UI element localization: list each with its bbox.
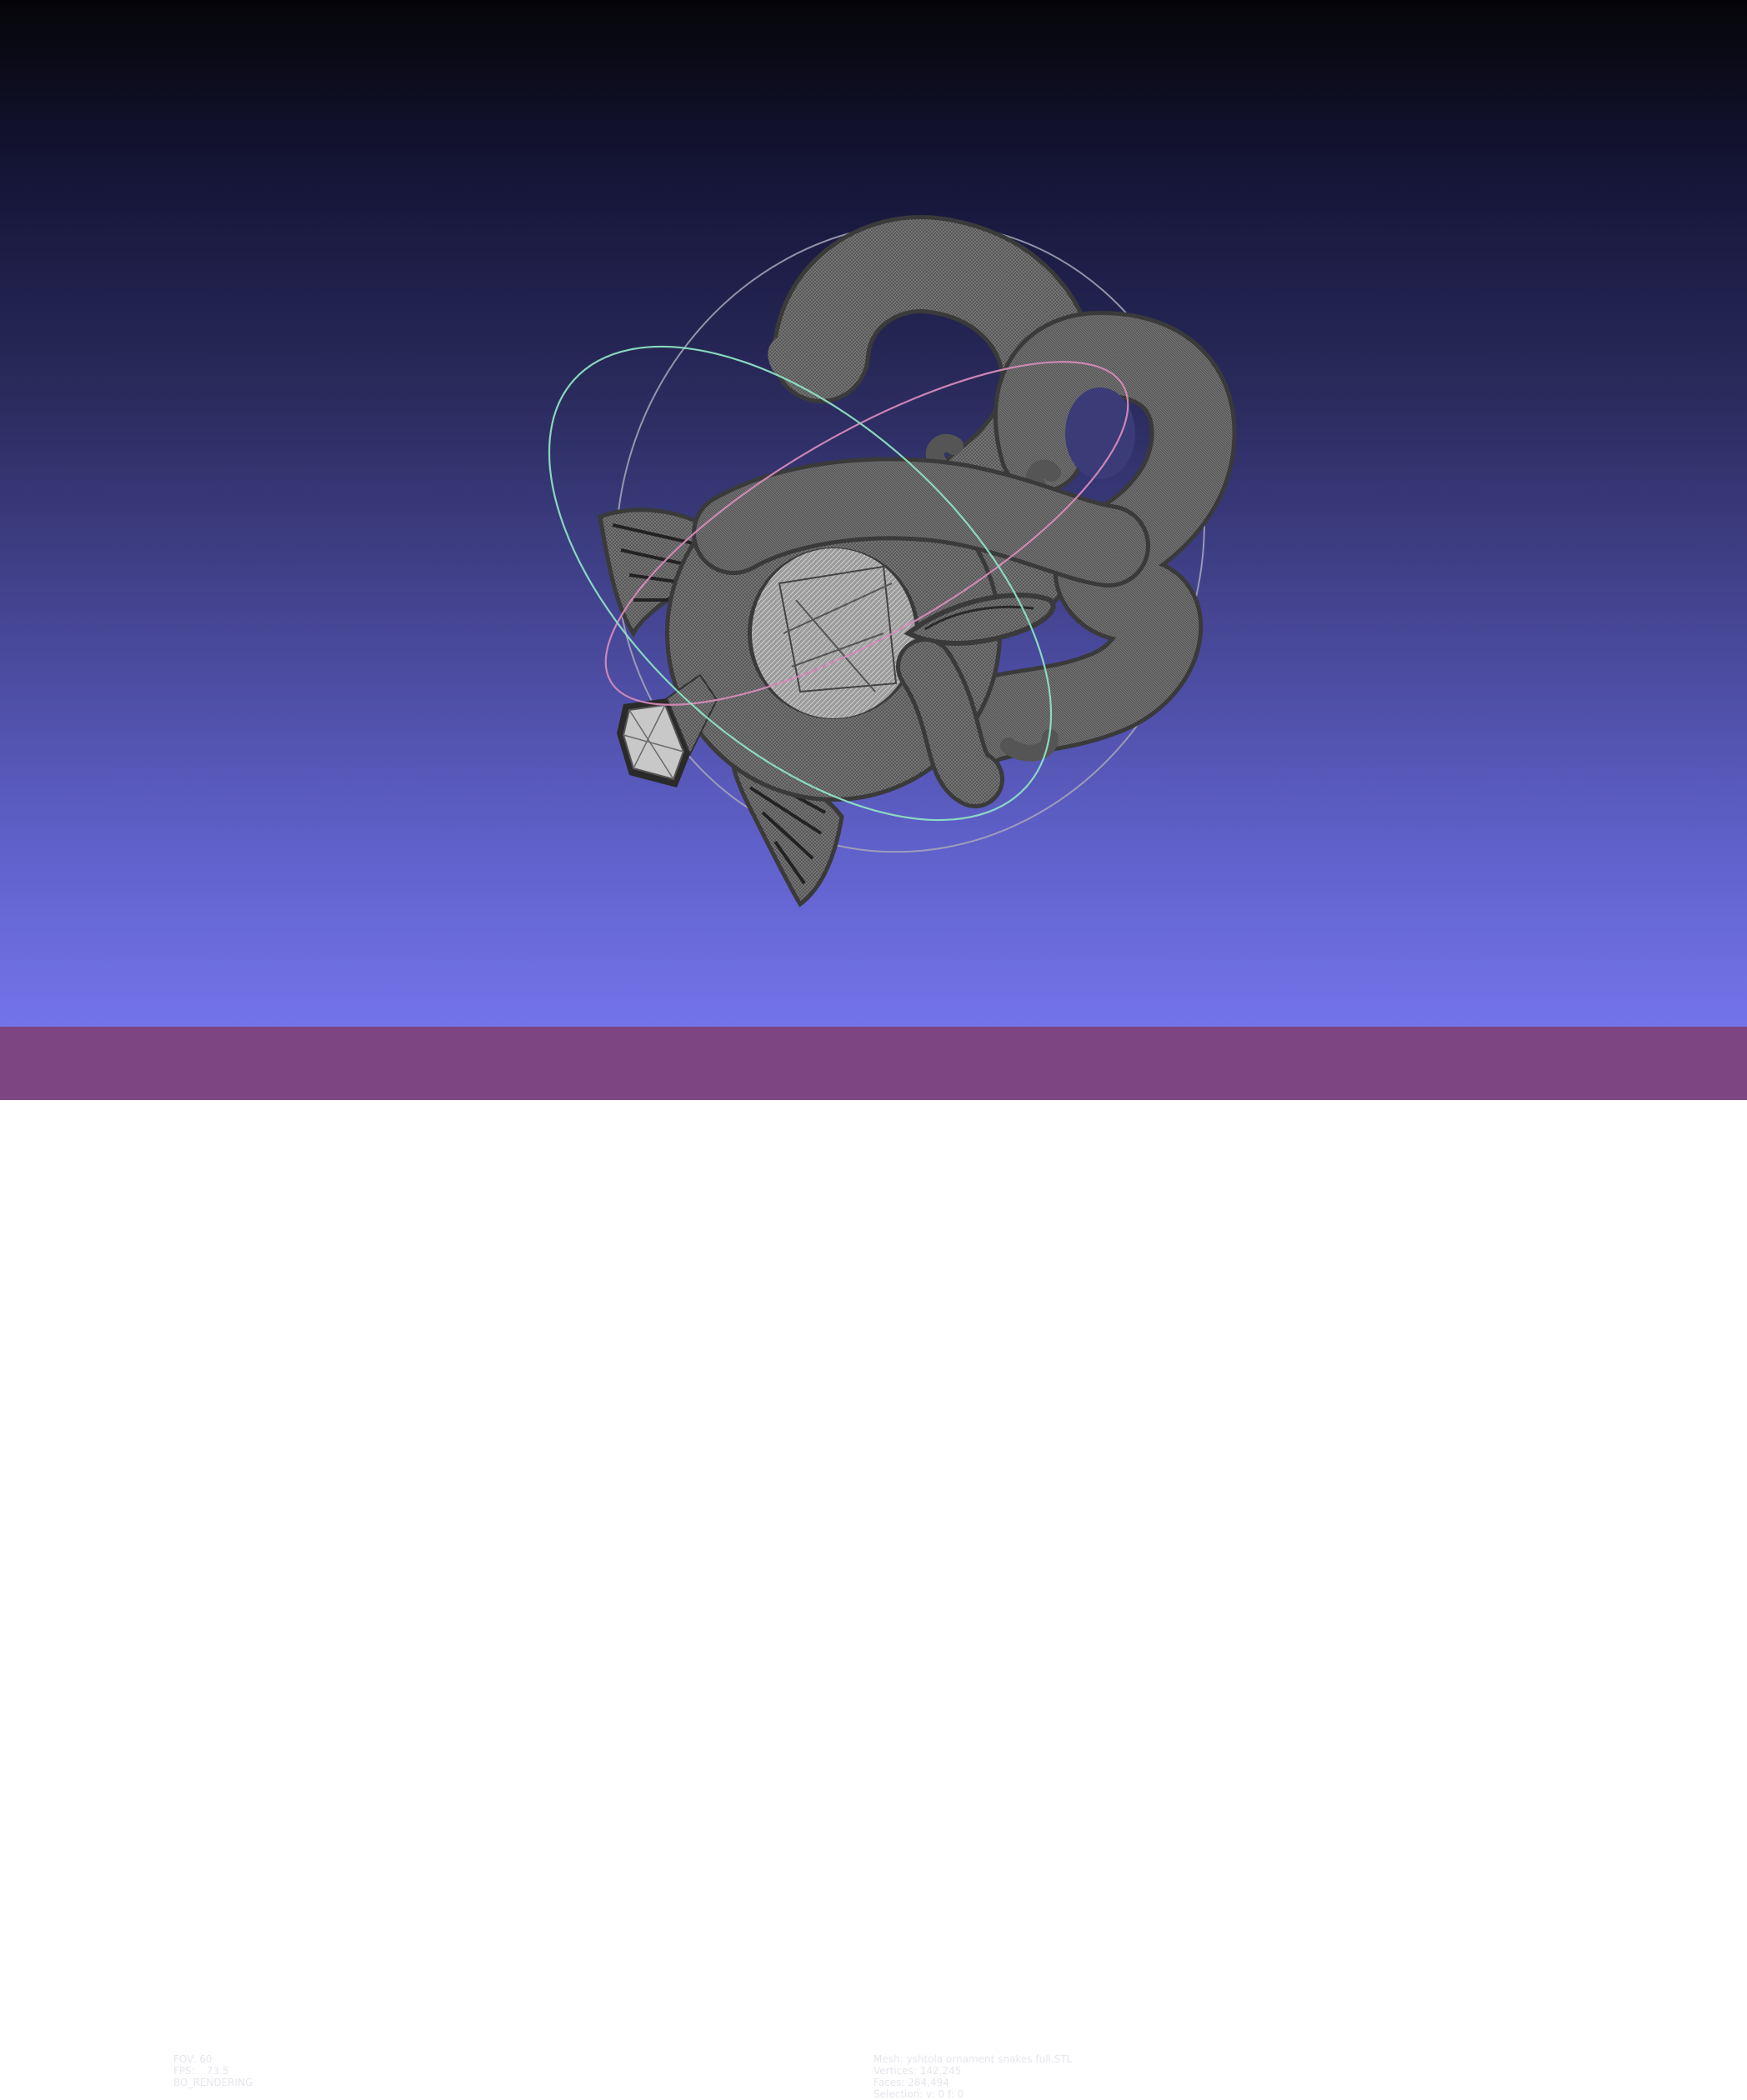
render-mode: BO_RENDERING	[173, 2077, 253, 2088]
fov-label: FOV:	[173, 2053, 197, 2065]
vertex-count: Vertices: 142,245	[874, 2065, 962, 2077]
fov-readout: FOV: 60	[173, 2053, 213, 2065]
3d-viewport[interactable]	[0, 0, 1747, 1027]
status-bar: FOV: 60 FPS: 73.5 BO_RENDERING Mesh: ysht…	[0, 1027, 1747, 2100]
fps-value: 73.5	[206, 2065, 229, 2077]
mesh-name: Mesh: yshtola ornament snakes full.STL	[874, 2053, 1073, 2065]
fps-label: FPS:	[173, 2065, 195, 2077]
face-count: Faces: 284,494	[874, 2077, 949, 2088]
selection-info: Selection: v: 0 f: 0	[874, 2088, 964, 2100]
mesh-render[interactable]	[0, 0, 1747, 1027]
fps-readout: FPS: 73.5	[173, 2065, 229, 2077]
fov-value: 60	[199, 2053, 213, 2065]
